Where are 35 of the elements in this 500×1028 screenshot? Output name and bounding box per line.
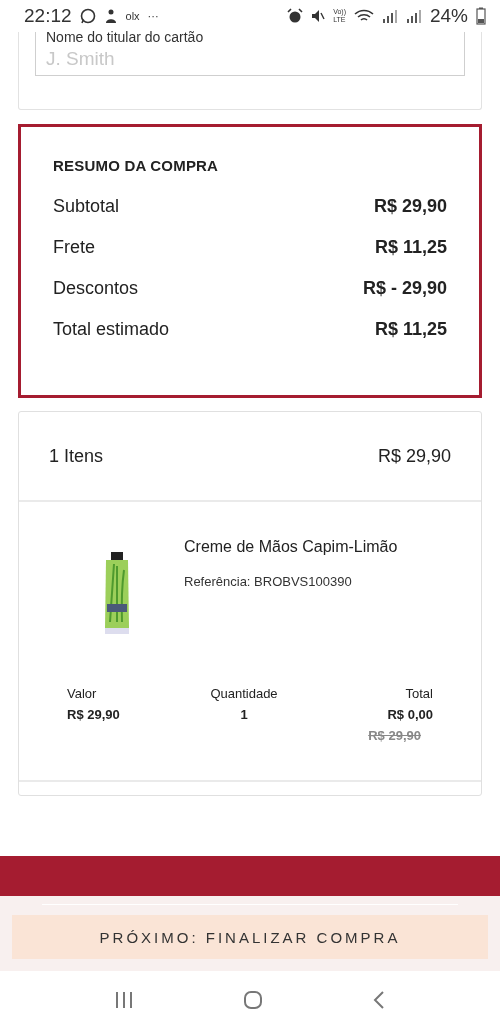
- column-value: R$ 29,90: [67, 707, 120, 722]
- product-reference: Referência: BROBVS100390: [184, 574, 352, 589]
- column-value: R$ 0,00: [387, 707, 433, 722]
- column-value: 1: [240, 707, 248, 722]
- cart-total: R$ 29,90: [377, 445, 451, 467]
- figure-icon: [103, 8, 118, 24]
- summary-label: Descontos: [53, 278, 139, 299]
- more-notifications: ···: [147, 10, 159, 22]
- battery-icon: [476, 7, 486, 25]
- field-label: Nome do titular do cartão: [46, 30, 204, 44]
- summary-value: R$ 11,25: [374, 237, 447, 258]
- next-button[interactable]: PRÓXIMO: FINALIZAR COMPRA: [12, 915, 488, 959]
- summary-label: Subtotal: [53, 196, 120, 217]
- summary-value: R$ - 29,90: [362, 278, 447, 299]
- summary-label: Total estimado: [53, 319, 170, 340]
- alarm-icon: [287, 8, 304, 24]
- summary-value: R$ 11,25: [374, 319, 447, 340]
- status-time: 22:12: [24, 5, 72, 27]
- back-icon[interactable]: [371, 990, 386, 1010]
- summary-title: RESUMO DA COMPRA: [53, 157, 220, 174]
- column-label: Valor: [67, 686, 97, 701]
- column-label: Total: [405, 686, 433, 701]
- signal-icon: [405, 8, 422, 24]
- product-name: Creme de Mãos Capim-Limão: [184, 538, 398, 556]
- recent-apps-icon[interactable]: [114, 991, 135, 1009]
- column-label: Quantidade: [210, 686, 278, 701]
- home-icon[interactable]: [243, 990, 263, 1010]
- app-label: olx: [125, 10, 140, 22]
- signal-icon: [381, 8, 398, 24]
- summary-label: Frete: [53, 237, 95, 258]
- item-count: 1 Itens: [49, 445, 104, 467]
- summary-value: R$ 29,90: [373, 196, 447, 217]
- battery-level: 24%: [429, 5, 468, 27]
- old-price: R$ 29,90: [368, 728, 421, 743]
- mute-icon: [311, 8, 326, 24]
